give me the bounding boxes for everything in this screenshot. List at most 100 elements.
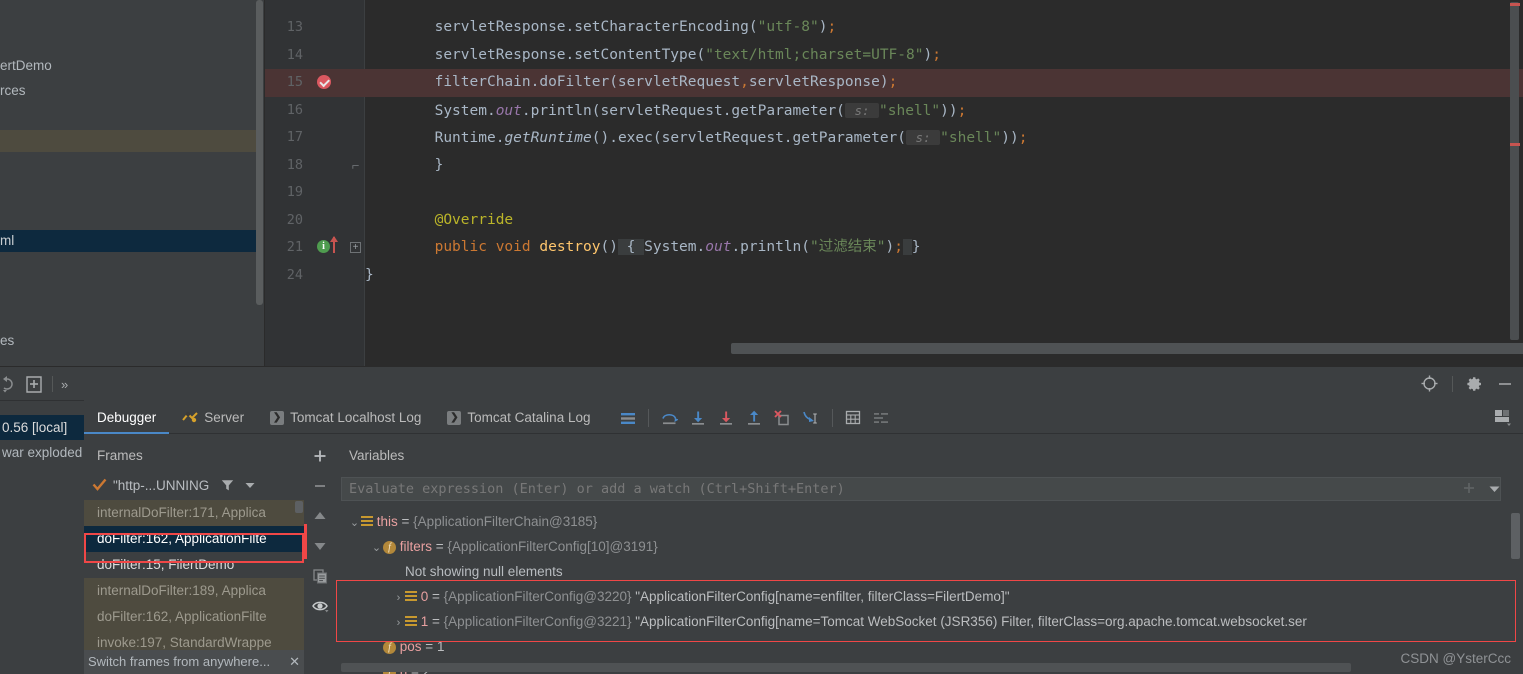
variable-row[interactable]: ⌄ f filters = {ApplicationFilterConfig[10…	[336, 534, 1523, 559]
project-tree-scroll-thumb[interactable]	[256, 0, 263, 305]
variable-row[interactable]: › 0 = {ApplicationFilterConfig@3220} "Ap…	[336, 584, 1523, 609]
project-tree-item[interactable]: rces	[0, 80, 258, 102]
show-execution-point-icon[interactable]	[620, 411, 636, 425]
project-tree-item[interactable]: es	[0, 330, 258, 352]
code-line[interactable]: 16 System.out.println(servletRequest.getP…	[265, 97, 1523, 125]
code-line[interactable]: 18 ⌐}	[265, 152, 1523, 180]
code-line[interactable]: 14 servletResponse.setContentType("text/h…	[265, 42, 1523, 70]
project-tree-scrollbar[interactable]	[256, 0, 264, 340]
frames-scroll-thumb[interactable]	[295, 501, 303, 513]
force-step-into-icon[interactable]	[718, 410, 734, 426]
call-stack-frame[interactable]: doFilter:162, ApplicationFilte	[84, 526, 304, 552]
chevron-down-icon[interactable]	[244, 479, 256, 491]
error-stripe-marker[interactable]	[1510, 3, 1520, 6]
error-stripe-marker[interactable]	[1510, 143, 1520, 146]
remove-watch-button[interactable]	[304, 471, 336, 501]
variables-tree[interactable]: ⌄ this = {ApplicationFilterChain@3185} ⌄ f…	[336, 509, 1523, 674]
inspect-button[interactable]	[304, 591, 336, 621]
move-up-button[interactable]	[304, 501, 336, 531]
close-icon[interactable]: ✕	[289, 650, 300, 674]
chevron-down-icon[interactable]: ⌄	[370, 536, 383, 561]
tab-tomcat-localhost-log[interactable]: ❯ Tomcat Localhost Log	[257, 401, 434, 434]
project-tree-item[interactable]	[0, 205, 258, 227]
call-stack-frame[interactable]: internalDoFilter:171, Applica	[84, 500, 304, 526]
drop-frame-icon[interactable]	[774, 409, 790, 426]
locate-icon[interactable]	[1421, 375, 1438, 392]
code-line[interactable]: 21 i + public void destroy() { System.out.p…	[265, 234, 1523, 262]
evaluate-expression-input[interactable]: Evaluate expression (Enter) or add a wat…	[341, 477, 1501, 501]
code-editor[interactable]: 13 servletResponse.setCharacterEncoding("…	[265, 0, 1523, 366]
call-stack-frame[interactable]: internalDoFilter:189, Applica	[84, 578, 304, 604]
services-more-button[interactable]: »	[61, 377, 68, 392]
project-tree-item[interactable]	[0, 105, 258, 127]
step-over-icon[interactable]	[661, 410, 678, 426]
breakpoint-icon[interactable]	[317, 75, 331, 89]
step-into-icon[interactable]	[690, 410, 706, 426]
project-tree-item[interactable]: ml	[0, 230, 258, 252]
filter-icon[interactable]	[221, 479, 234, 492]
line-number: 14	[286, 46, 303, 63]
code-line[interactable]: 17 Runtime.getRuntime().exec(servletReque…	[265, 124, 1523, 152]
run-to-cursor-icon[interactable]	[802, 410, 820, 426]
call-stack-frame[interactable]: doFilter:15, FilertDemo	[84, 552, 304, 578]
project-tree-item[interactable]: ertDemo	[0, 55, 258, 77]
line-number: 20	[286, 211, 303, 228]
fold-marker-icon[interactable]: ⌐	[350, 159, 361, 172]
code-line[interactable]: 24}	[265, 262, 1523, 290]
services-tool-panel[interactable]: » 0.56 [local] war exploded	[0, 367, 84, 674]
variable-row[interactable]: f pos = 1	[336, 634, 1523, 659]
project-tree-item[interactable]	[0, 305, 258, 327]
tab-debugger[interactable]: Debugger	[84, 401, 169, 434]
add-to-watches-icon[interactable]	[1462, 481, 1476, 495]
settings-gear-icon[interactable]	[1467, 376, 1483, 392]
editor-vertical-scroll-thumb[interactable]	[1510, 2, 1519, 340]
evaluate-expression-icon[interactable]	[845, 410, 861, 425]
code-token: out	[495, 102, 522, 119]
copy-value-button[interactable]	[304, 561, 336, 591]
override-arrow-icon[interactable]	[330, 236, 338, 253]
editor-horizontal-scrollbar[interactable]	[365, 343, 1523, 360]
frames-hint-bar[interactable]: Switch frames from anywhere... ✕	[84, 650, 304, 674]
editor-hscroll-thumb[interactable]	[731, 343, 1523, 354]
service-row[interactable]: war exploded	[0, 440, 84, 465]
fold-expand-icon[interactable]: +	[350, 242, 361, 253]
variable-row[interactable]: Not showing null elements	[336, 559, 1523, 584]
watches-icon[interactable]	[873, 411, 889, 425]
chevron-right-icon[interactable]: ›	[392, 586, 405, 611]
history-chevron-down-icon[interactable]	[1488, 482, 1501, 495]
hide-window-icon[interactable]	[1497, 376, 1513, 392]
project-tree-item[interactable]	[0, 255, 258, 277]
code-line[interactable]: 13 servletResponse.setCharacterEncoding("…	[265, 14, 1523, 42]
project-tree-item[interactable]	[0, 130, 258, 152]
implements-marker-icon[interactable]: i	[317, 240, 330, 253]
frames-thread-selector[interactable]: "http-...UNNING	[84, 470, 304, 500]
line-number: 19	[286, 184, 303, 200]
code-line[interactable]: 19	[265, 179, 1523, 207]
restore-layout-icon[interactable]	[1494, 409, 1513, 426]
add-watch-button[interactable]	[304, 441, 336, 471]
project-tree-item[interactable]	[0, 155, 258, 177]
variable-equals: =	[428, 614, 444, 629]
variable-row[interactable]: › 1 = {ApplicationFilterConfig@3221} "Ap…	[336, 609, 1523, 634]
code-line[interactable]: 15 filterChain.doFilter(servletRequest,se…	[265, 69, 1523, 97]
tab-server[interactable]: Server	[169, 401, 257, 434]
code-line[interactable]: 20 @Override	[265, 207, 1523, 235]
add-service-icon[interactable]	[24, 375, 44, 394]
chevron-down-icon[interactable]: ⌄	[348, 511, 361, 536]
call-stack-frame[interactable]: doFilter:162, ApplicationFilte	[84, 604, 304, 630]
tab-tomcat-catalina-log[interactable]: ❯ Tomcat Catalina Log	[434, 401, 603, 434]
variable-row[interactable]: ⌄ this = {ApplicationFilterChain@3185}	[336, 509, 1523, 534]
chevron-right-icon[interactable]: ›	[392, 611, 405, 636]
project-tree-item[interactable]	[0, 180, 258, 202]
move-down-button[interactable]	[304, 531, 336, 561]
project-tree-item[interactable]	[0, 280, 258, 302]
variables-vertical-scroll-thumb[interactable]	[1511, 513, 1520, 559]
code-token: ,	[740, 74, 749, 90]
project-tree-panel[interactable]: ertDemo rces ml es	[0, 0, 265, 372]
call-stack-list[interactable]: internalDoFilter:171, Applica doFilter:16…	[84, 500, 304, 656]
variables-horizontal-scroll-thumb[interactable]	[341, 663, 1351, 672]
code-token: }	[911, 239, 921, 255]
service-row[interactable]: 0.56 [local]	[0, 415, 84, 440]
step-out-icon[interactable]	[746, 410, 762, 426]
rerun-icon[interactable]	[2, 375, 16, 393]
